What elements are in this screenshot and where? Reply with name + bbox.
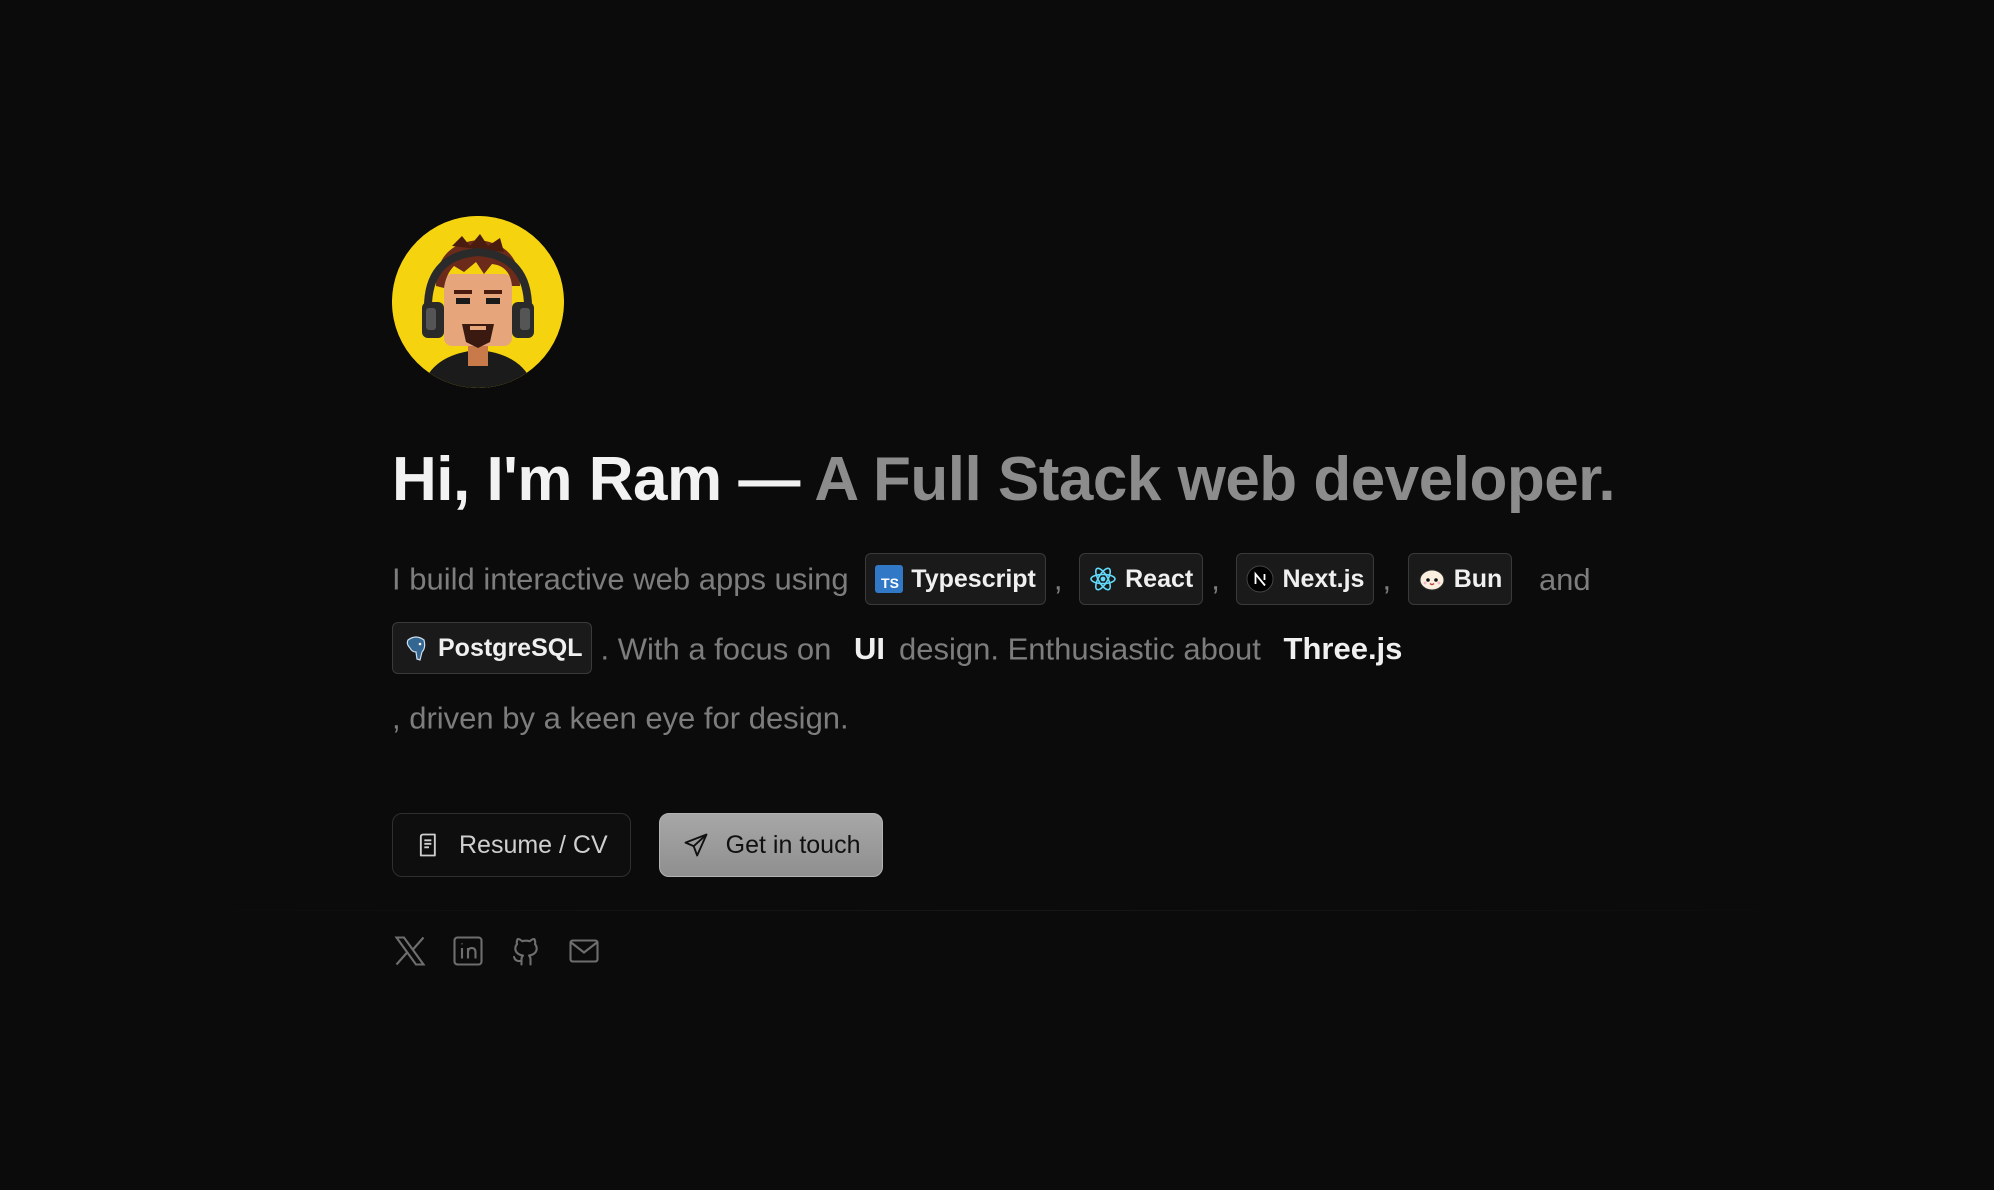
get-in-touch-label: Get in touch [725, 830, 861, 859]
page: Hi, I'm Ram — A Full Stack web developer… [0, 0, 1994, 1190]
react-icon [1090, 567, 1116, 591]
hero-section: Hi, I'm Ram — A Full Stack web developer… [392, 216, 1632, 969]
separator: , [1053, 561, 1063, 597]
tech-chip-label: Typescript [911, 564, 1036, 593]
svg-text:TS: TS [881, 575, 899, 591]
postgresql-icon [406, 636, 426, 662]
bio-and: and [1538, 561, 1591, 597]
bio-enthusiast: design. Enthusiastic about [899, 630, 1261, 666]
mail-link[interactable] [566, 933, 602, 969]
typescript-icon: TS [875, 565, 904, 594]
linkedin-link[interactable] [450, 933, 486, 969]
bio-closing: , driven by a keen eye for design. [392, 700, 849, 736]
cta-row: Resume / CV Get in touch [392, 813, 1632, 878]
separator: , [1382, 561, 1392, 597]
tech-chip-label: Bun [1453, 564, 1503, 593]
social-links [392, 933, 1632, 969]
x-twitter-link[interactable] [392, 933, 428, 969]
enthusiast-highlight: Three.js [1283, 630, 1403, 666]
tech-chip-bun[interactable]: Bun [1407, 553, 1513, 606]
tech-chip-typescript[interactable]: TS Typescript [865, 553, 1046, 606]
avatar [392, 216, 564, 388]
resume-button-label: Resume / CV [459, 830, 608, 859]
linkedin-icon [453, 936, 483, 966]
title-role: A Full Stack web developer. [814, 445, 1616, 514]
separator: , [1211, 561, 1220, 597]
tech-chip-label: PostgreSQL [438, 633, 583, 662]
resume-button[interactable]: Resume / CV [392, 813, 631, 878]
send-icon [684, 833, 708, 857]
tech-chip-label: Next.js [1282, 564, 1365, 593]
tech-chip-postgresql[interactable]: PostgreSQL [392, 622, 593, 675]
bun-icon [1419, 569, 1445, 591]
bio-paragraph: I build interactive web apps using TS Ty… [392, 543, 1632, 751]
nextjs-icon [1246, 565, 1274, 593]
page-title: Hi, I'm Ram — A Full Stack web developer… [392, 444, 1632, 515]
document-icon [419, 833, 436, 857]
focus-highlight: UI [854, 630, 885, 666]
github-icon [512, 938, 538, 966]
github-link[interactable] [508, 933, 544, 969]
tech-chip-label: React [1125, 564, 1194, 593]
tech-chip-react[interactable]: React [1079, 553, 1204, 606]
x-twitter-icon [394, 936, 426, 966]
bio-intro: I build interactive web apps using [392, 561, 849, 597]
tech-chip-nextjs[interactable]: Next.js [1236, 553, 1375, 606]
mail-icon [569, 939, 599, 963]
bio-focus: . With a focus on [600, 630, 832, 666]
title-greeting: Hi, I'm Ram — [392, 445, 815, 514]
get-in-touch-button[interactable]: Get in touch [658, 813, 884, 878]
